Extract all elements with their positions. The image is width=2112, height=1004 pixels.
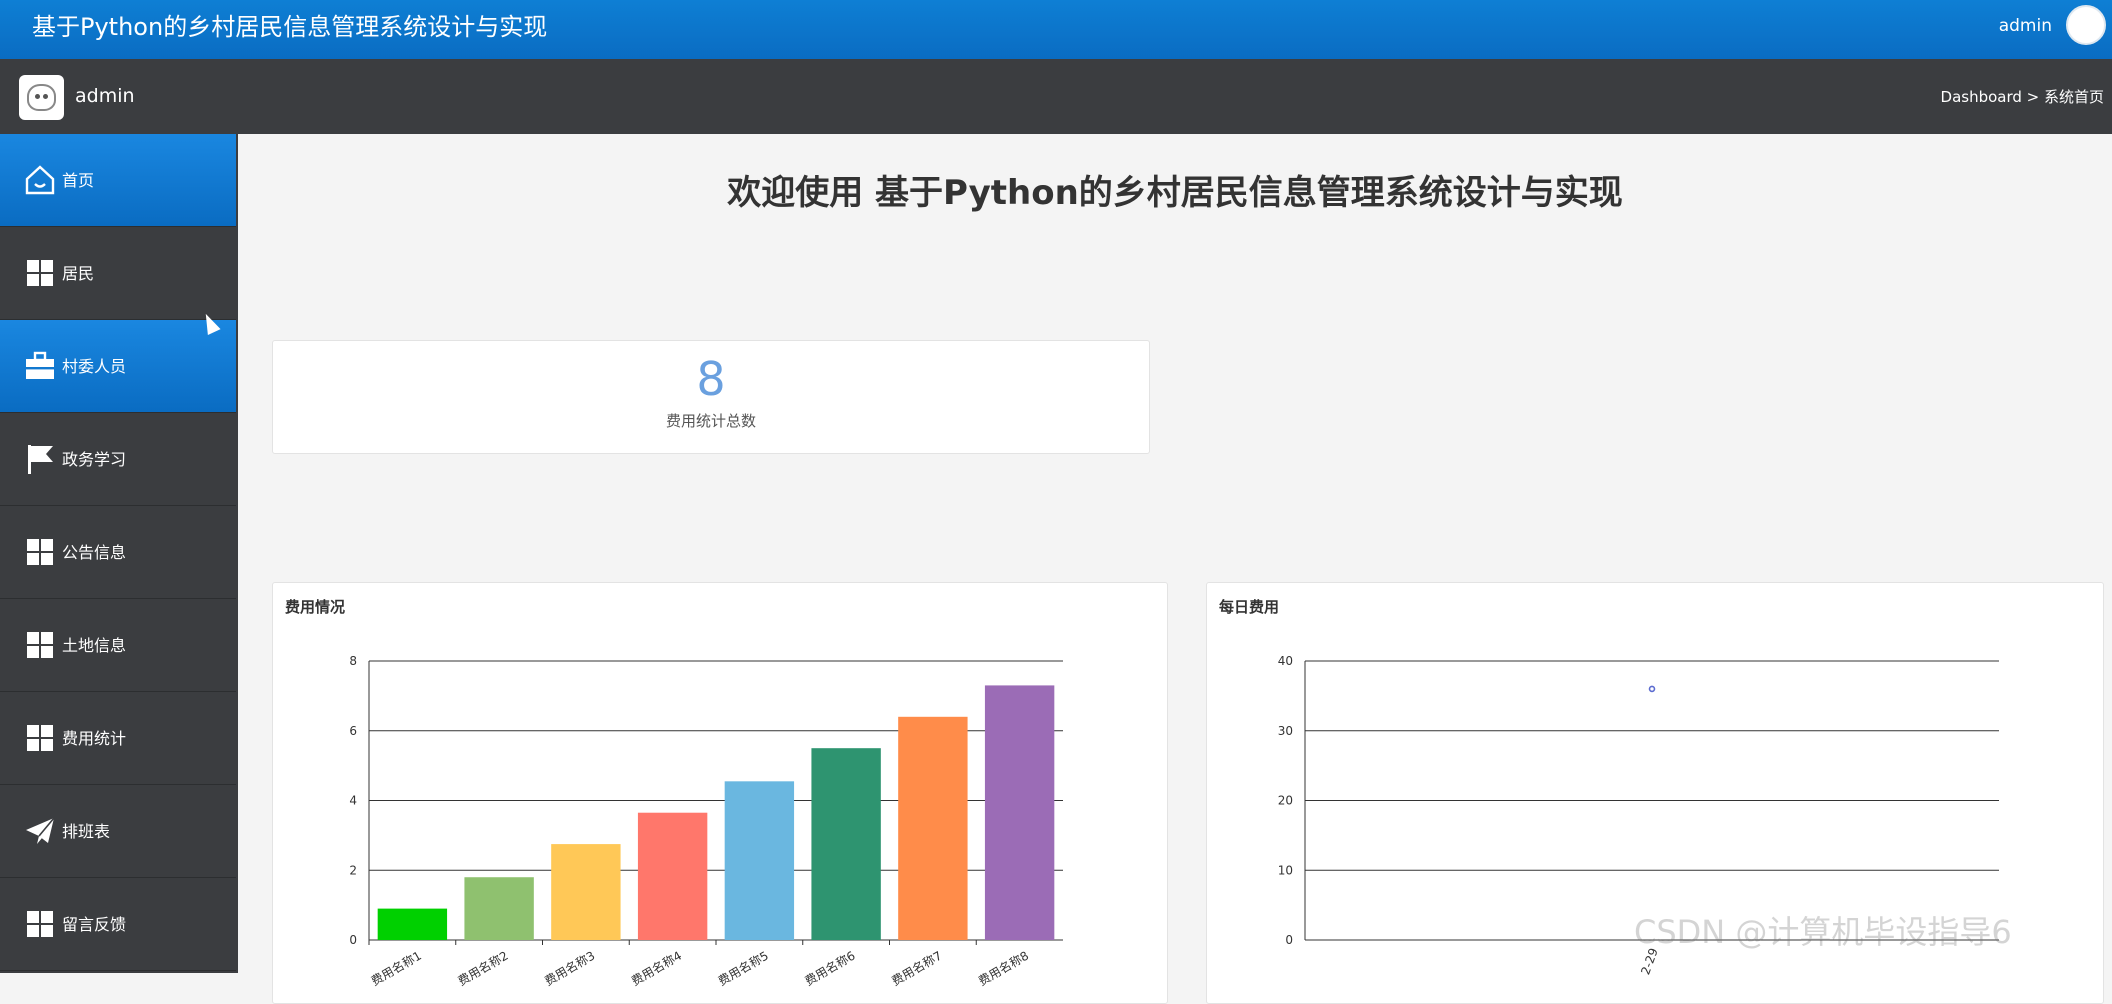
paper-plane-icon <box>26 817 55 844</box>
bar <box>984 685 1055 940</box>
sidebar-item-schedule[interactable]: 排班表 <box>0 785 236 878</box>
briefcase-icon <box>26 351 54 379</box>
stat-card: 8 费用统计总数 <box>272 340 1150 454</box>
bar <box>637 812 708 940</box>
grid-icon <box>24 908 56 940</box>
sidebar-item-label: 土地信息 <box>62 636 127 655</box>
sidebar: 首页 居民 村委人员 政务学习 公告信息 土地信息 费用统计 排班表 留言反馈 <box>0 134 238 973</box>
page-title: 欢迎使用 基于Python的乡村居民信息管理系统设计与实现 <box>727 173 1623 213</box>
app-title: 基于Python的乡村居民信息管理系统设计与实现 <box>32 13 548 41</box>
x-tick-label: 费用名称4 <box>628 948 684 989</box>
grid-icon <box>24 536 56 568</box>
y-tick-label: 40 <box>1278 654 1293 668</box>
flag-icon <box>28 445 53 474</box>
header-avatar[interactable] <box>2066 5 2106 45</box>
y-tick-label: 4 <box>349 794 357 808</box>
y-tick-label: 2 <box>349 863 357 877</box>
bar <box>811 748 881 940</box>
sidebar-item-fee-stats[interactable]: 费用统计 <box>0 692 236 785</box>
bar <box>551 844 621 940</box>
x-tick-label: 费用名称5 <box>715 948 771 989</box>
breadcrumb: Dashboard > 系统首页 <box>1940 88 2104 106</box>
sidebar-item-feedback[interactable]: 留言反馈 <box>0 878 236 971</box>
bar <box>724 781 795 940</box>
top-bar: 基于Python的乡村居民信息管理系统设计与实现 admin <box>0 0 2112 59</box>
fee-bar-chart: 0 2 4 6 8 费用名称1 费用名称2 费用名称3 费用名称4 费用名称5 费用名称6 费用名称7… <box>349 654 1063 989</box>
x-tick-label: 费用名称3 <box>542 948 598 989</box>
y-tick-label: 10 <box>1278 863 1293 877</box>
sidebar-item-land-info[interactable]: 土地信息 <box>0 599 236 692</box>
y-tick-label: 6 <box>349 724 357 738</box>
sidebar-item-label: 排班表 <box>62 822 111 841</box>
home-icon <box>25 165 55 195</box>
sidebar-item-policy-study[interactable]: 政务学习 <box>0 413 236 506</box>
y-tick-label: 0 <box>1285 933 1293 947</box>
sidebar-item-label: 留言反馈 <box>62 915 127 934</box>
sidebar-item-residents[interactable]: 居民 <box>0 227 236 320</box>
x-tick-label: 费用名称2 <box>455 948 511 989</box>
sidebar-item-home[interactable]: 首页 <box>0 134 236 227</box>
sidebar-item-label: 首页 <box>62 171 95 190</box>
y-tick-label: 20 <box>1278 794 1293 808</box>
data-point <box>1648 685 1656 693</box>
sub-header-username: admin <box>75 85 135 107</box>
sidebar-item-label: 村委人员 <box>62 357 127 376</box>
stat-value: 8 <box>696 352 726 406</box>
grid-icon <box>24 722 56 754</box>
watermark: CSDN @计算机毕设指导6 <box>1634 913 2012 951</box>
sub-header: admin Dashboard > 系统首页 <box>0 59 2112 134</box>
main-content: 欢迎使用 基于Python的乡村居民信息管理系统设计与实现 8 费用统计总数 费… <box>238 134 2112 1004</box>
stat-caption: 费用统计总数 <box>665 412 756 430</box>
x-tick-label: 费用名称7 <box>889 948 945 989</box>
avatar[interactable] <box>19 75 64 120</box>
avatar-face-icon <box>27 84 56 111</box>
y-tick-label: 8 <box>349 654 357 668</box>
bar <box>464 877 534 940</box>
grid-icon <box>24 629 56 661</box>
fee-chart-card: 费用情况 0 2 4 6 8 费用名称1 费用名称2 费用名称3 费用名称4 费用名称5 费用名称6… <box>272 582 1168 1004</box>
sidebar-item-label: 费用统计 <box>62 729 127 748</box>
x-tick-label: 费用名称6 <box>802 948 858 989</box>
bar <box>898 716 968 940</box>
grid-icon <box>24 257 56 289</box>
sidebar-item-village-staff[interactable]: 村委人员 <box>0 320 236 413</box>
y-tick-label: 30 <box>1278 724 1293 738</box>
y-tick-label: 0 <box>349 933 357 947</box>
sidebar-item-label: 政务学习 <box>62 450 127 469</box>
header-username[interactable]: admin <box>1999 14 2052 38</box>
sidebar-item-label: 公告信息 <box>62 543 127 562</box>
x-tick-label: 费用名称8 <box>975 948 1031 989</box>
bar <box>377 908 448 940</box>
sidebar-item-announcements[interactable]: 公告信息 <box>0 506 236 599</box>
x-tick-label: 费用名称1 <box>368 948 424 989</box>
sidebar-item-label: 居民 <box>62 264 95 283</box>
